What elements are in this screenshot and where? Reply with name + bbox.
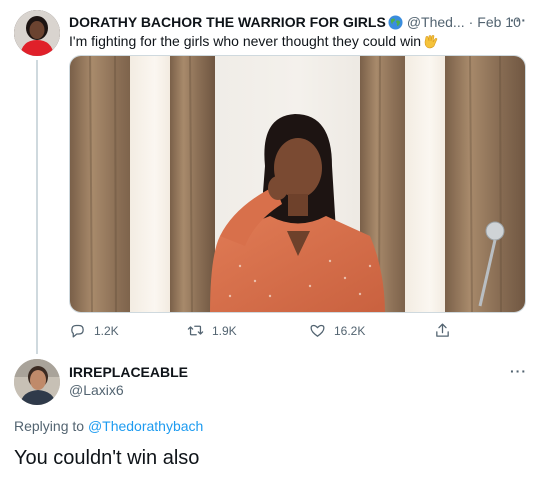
author-name[interactable]: DORATHY BACHOR THE WARRIOR FOR GIRLS xyxy=(69,14,386,30)
tweet-header: DORATHY BACHOR THE WARRIOR FOR GIRLS @Th… xyxy=(69,12,527,32)
author-handle[interactable]: @Thed... xyxy=(407,14,465,30)
replying-to-mention-link[interactable]: @Thedorathybach xyxy=(88,418,203,434)
retweet-icon xyxy=(187,325,204,336)
tweet-text-body: I'm fighting for the girls who never tho… xyxy=(69,33,422,49)
like-count: 16.2K xyxy=(334,323,366,338)
reply-avatar-image xyxy=(14,359,60,405)
thread-connector-line xyxy=(36,60,38,354)
author-avatar-image xyxy=(14,10,60,56)
reply-button[interactable]: 1.2K xyxy=(69,322,119,339)
reply-header: IRREPLACEABLE @Laxix6 xyxy=(69,363,188,399)
photo-illustration xyxy=(70,56,525,312)
reply-text: You couldn't win also xyxy=(14,447,200,469)
reply-author-handle[interactable]: @Laxix6 xyxy=(69,381,188,399)
globe-icon xyxy=(388,14,403,30)
author-avatar[interactable] xyxy=(14,10,60,56)
retweet-button[interactable]: 1.9K xyxy=(187,322,237,339)
like-button[interactable]: 16.2K xyxy=(309,322,365,339)
tweet-text: I'm fighting for the girls who never tho… xyxy=(69,32,439,50)
tweet-action-bar: 1.2K 1.9K 16.2K xyxy=(69,322,469,342)
reply-icon xyxy=(71,324,84,338)
replying-to-line: Replying to @Thedorathybach xyxy=(14,418,203,434)
retweet-count: 1.9K xyxy=(212,323,237,338)
raising-hands-emoji-icon xyxy=(423,33,439,49)
more-options-icon[interactable]: ··· xyxy=(510,12,527,28)
replying-to-label: Replying to xyxy=(14,418,85,434)
reply-author-name[interactable]: IRREPLACEABLE xyxy=(69,363,188,381)
tweet-media-photo[interactable] xyxy=(69,55,526,313)
share-icon xyxy=(436,323,449,337)
reply-more-options-icon[interactable]: ··· xyxy=(510,363,527,379)
heart-icon xyxy=(310,324,325,337)
header-separator: · xyxy=(468,14,474,30)
reply-count: 1.2K xyxy=(94,323,119,338)
share-button[interactable] xyxy=(434,322,459,339)
reply-author-avatar[interactable] xyxy=(14,359,60,405)
